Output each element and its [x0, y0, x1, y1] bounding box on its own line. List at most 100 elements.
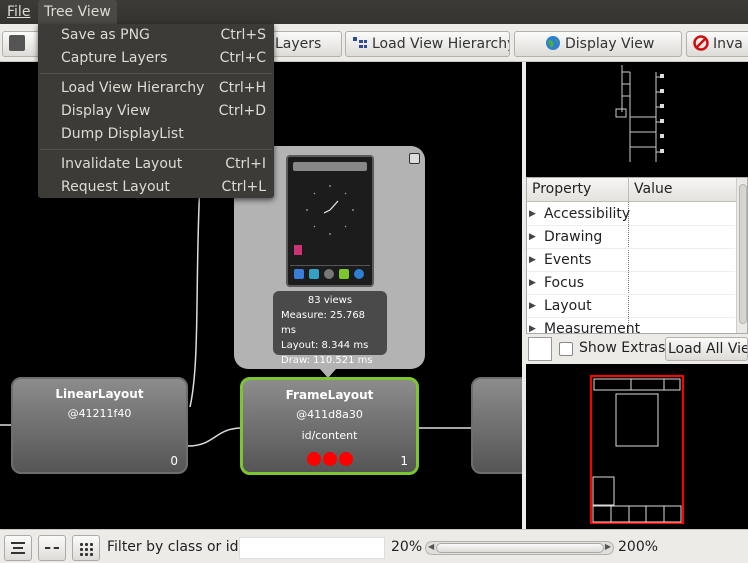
measure-time: Measure: 25.768 ms	[281, 310, 366, 336]
node-id: id/content	[301, 429, 358, 442]
status-bar: Filter by class or id: 20% ◀ ▶ 200%	[0, 529, 748, 563]
display-view-label: Display View	[565, 36, 655, 52]
menu-separator	[40, 149, 272, 150]
render-stats: 83 views Measure: 25.768 ms Layout: 8.34…	[273, 291, 387, 366]
menu-item-display-view[interactable]: Display View Ctrl+D	[38, 100, 274, 123]
node-child-count: 0	[170, 454, 178, 468]
expand-triangle-icon[interactable]: ▶	[529, 203, 536, 226]
property-row[interactable]: ▶ Drawing	[527, 226, 735, 249]
collapse-icon	[45, 547, 59, 549]
property-row[interactable]: ▶ Measurement	[527, 318, 735, 333]
grid-button[interactable]	[72, 535, 100, 561]
header-value[interactable]: Value	[634, 181, 672, 197]
node-frame-layout[interactable]: FrameLayout @411d8a30 id/content 1	[240, 377, 419, 475]
menu-item-label: Load View Hierarchy	[61, 80, 205, 96]
menu-file[interactable]: File	[1, 0, 36, 24]
show-extras-checkbox[interactable]	[559, 342, 573, 356]
draw-indicator	[338, 452, 353, 466]
collapse-button[interactable]	[38, 535, 66, 561]
menu-item-label: Request Layout	[61, 179, 170, 195]
menu-item-save-as-png[interactable]: Save as PNG Ctrl+S	[38, 24, 274, 47]
expand-triangle-icon[interactable]: ▶	[529, 295, 536, 318]
property-row[interactable]: ▶ Events	[527, 249, 735, 272]
invalidate-label: Inva	[713, 36, 743, 52]
property-scrollbar[interactable]	[736, 178, 747, 333]
zoom-slider-handle[interactable]	[436, 543, 604, 553]
property-name: Focus	[544, 275, 584, 291]
layout-indicator	[322, 452, 337, 466]
menu-item-label: Capture Layers	[61, 50, 168, 66]
menu-tree-view[interactable]: Tree View	[38, 0, 117, 24]
property-table: Property Value ▶ Accessibility ▶ Drawing ▶ Ev…	[526, 177, 748, 334]
draw-time: Draw: 110.521 ms	[281, 355, 373, 366]
filter-label: Filter by class or id:	[107, 539, 244, 555]
node-title: LinearLayout	[55, 387, 144, 401]
load-view-hierarchy-button[interactable]: Load View Hierarchy	[345, 31, 510, 57]
expand-triangle-icon[interactable]: ▶	[529, 318, 536, 333]
tree-overview[interactable]	[526, 62, 748, 176]
display-view-button[interactable]: Display View	[514, 31, 682, 57]
slider-left-arrow-icon[interactable]: ◀	[428, 542, 434, 551]
menu-separator	[40, 73, 272, 74]
property-row[interactable]: ▶ Accessibility	[527, 203, 735, 226]
expand-triangle-icon[interactable]: ▶	[529, 226, 536, 249]
node-child[interactable]	[471, 377, 522, 474]
menu-item-label: Dump DisplayList	[61, 126, 184, 142]
scrollbar-thumb[interactable]	[739, 184, 747, 324]
align-center-button[interactable]	[4, 535, 32, 561]
slider-right-arrow-icon[interactable]: ▶	[605, 542, 611, 551]
node-address: @411d8a30	[296, 408, 363, 421]
property-row[interactable]: ▶ Focus	[527, 272, 735, 295]
header-property[interactable]: Property	[532, 181, 591, 197]
menu-item-request-layout[interactable]: Request Layout Ctrl+L	[38, 176, 274, 199]
menu-item-label: Save as PNG	[61, 27, 150, 43]
menu-item-invalidate-layout[interactable]: Invalidate Layout Ctrl+I	[38, 153, 274, 176]
stop-icon	[693, 35, 709, 51]
property-name: Accessibility	[544, 206, 631, 222]
menu-item-shortcut: Ctrl+S	[220, 27, 266, 43]
zoom-slider[interactable]: ◀ ▶	[425, 541, 614, 555]
property-name: Drawing	[544, 229, 603, 245]
menu-item-label: Display View	[61, 103, 151, 119]
property-table-header: Property Value	[527, 178, 747, 202]
views-count: 83 views	[307, 295, 353, 306]
extras-bar: Show Extras Load All Vie	[526, 334, 748, 364]
save-icon	[9, 35, 25, 51]
capture-layers-button[interactable]: Layers	[272, 31, 342, 57]
load-view-hierarchy-label: Load View Hierarchy	[372, 36, 510, 52]
node-address: @41211f40	[67, 407, 132, 420]
node-linear-layout[interactable]: LinearLayout @41211f40 0	[11, 377, 188, 474]
expand-icon[interactable]	[409, 153, 420, 164]
invalidate-button[interactable]: Inva	[686, 31, 748, 57]
menu-item-shortcut: Ctrl+C	[219, 50, 266, 66]
performance-indicators	[243, 452, 416, 470]
save-png-button[interactable]	[2, 31, 40, 57]
expand-triangle-icon[interactable]: ▶	[529, 249, 536, 272]
menu-item-load-view-hierarchy[interactable]: Load View Hierarchy Ctrl+H	[38, 77, 274, 100]
capture-layers-label: Layers	[275, 36, 322, 52]
grid-icon	[79, 542, 93, 556]
property-name: Events	[544, 252, 592, 268]
menubar: File Tree View	[0, 0, 748, 24]
show-extras-label: Show Extras	[579, 340, 666, 356]
zoom-max-label: 200%	[618, 539, 659, 555]
property-row[interactable]: ▶ Layout	[527, 295, 735, 318]
node-child-count: 1	[400, 454, 408, 468]
property-name: Layout	[544, 298, 592, 314]
tree-view-menu: Save as PNG Ctrl+S Capture Layers Ctrl+C Loa…	[38, 24, 274, 198]
menu-item-shortcut: Ctrl+D	[218, 103, 266, 119]
dock-icons	[290, 265, 370, 283]
hierarchy-icon	[352, 35, 368, 51]
layout-wireframe	[590, 375, 684, 524]
expand-triangle-icon[interactable]: ▶	[529, 272, 536, 295]
color-swatch[interactable]	[528, 337, 552, 361]
menu-item-dump-displaylist[interactable]: Dump DisplayList	[38, 123, 274, 146]
menu-item-label: Invalidate Layout	[61, 156, 183, 172]
layout-preview[interactable]	[526, 365, 748, 529]
filter-input[interactable]	[239, 537, 385, 559]
menu-item-shortcut: Ctrl+H	[218, 80, 266, 96]
zoom-min-label: 20%	[391, 539, 423, 555]
menu-item-shortcut: Ctrl+L	[221, 179, 266, 195]
menu-item-capture-layers[interactable]: Capture Layers Ctrl+C	[38, 47, 274, 70]
load-all-views-button[interactable]: Load All Vie	[665, 337, 748, 361]
